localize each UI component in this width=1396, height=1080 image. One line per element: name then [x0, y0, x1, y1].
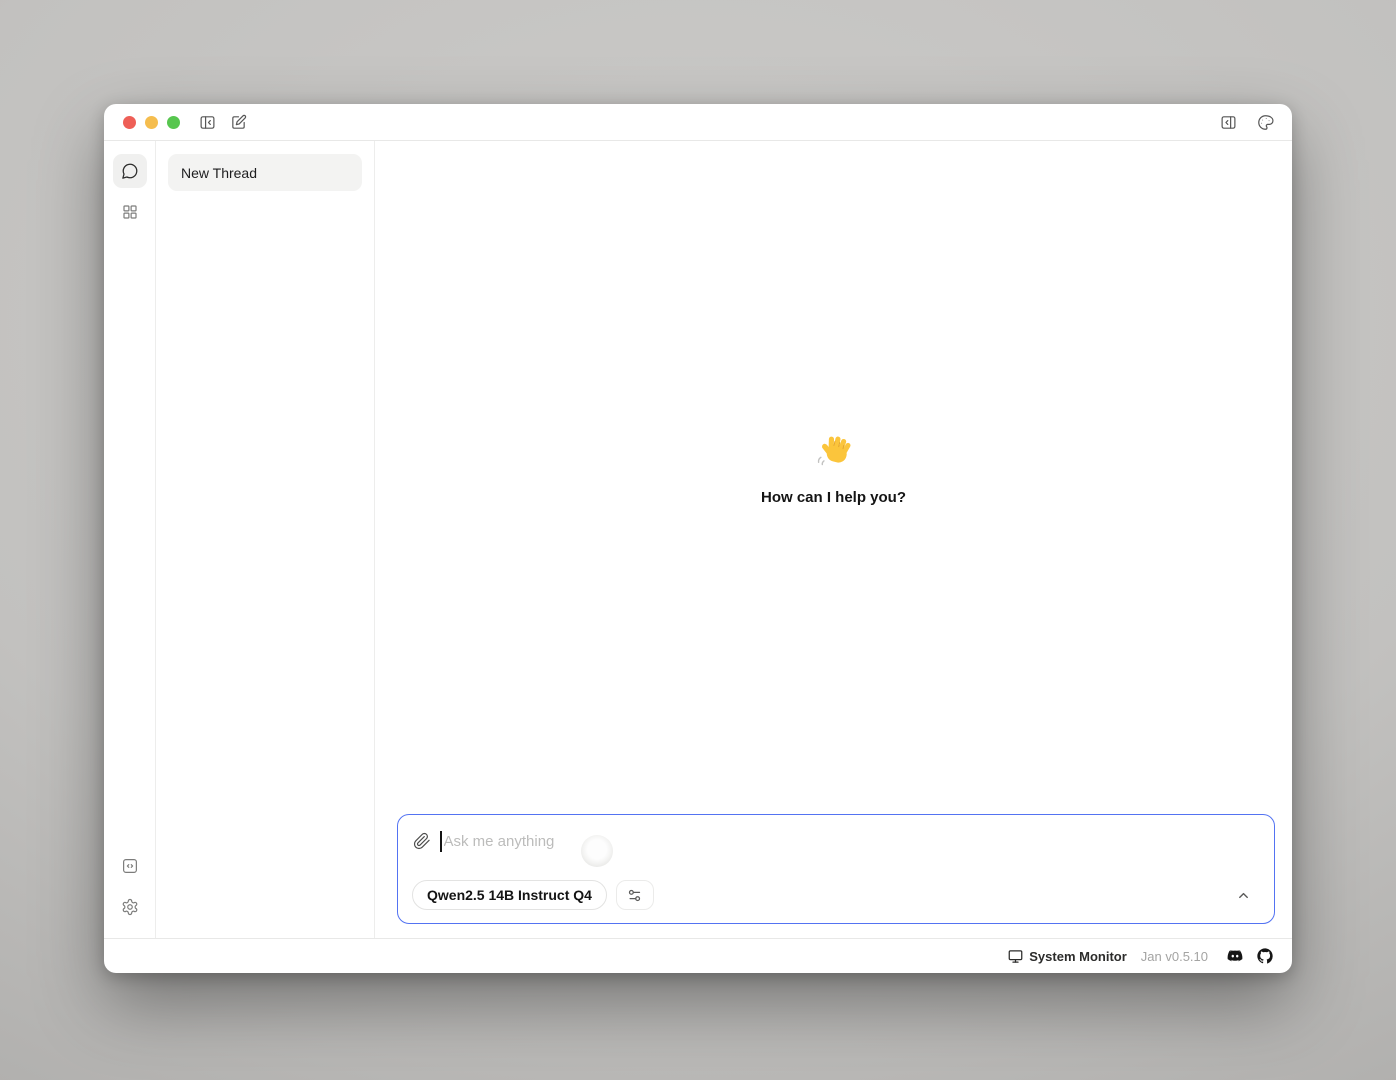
message-input[interactable]	[444, 833, 1260, 850]
monitor-icon	[1008, 949, 1023, 964]
jan-app-window: New Thread	[104, 104, 1292, 973]
thread-list-item[interactable]: New Thread	[168, 154, 362, 191]
code-square-icon	[121, 857, 139, 875]
thread-title: New Thread	[181, 165, 257, 181]
chat-bubble-icon	[121, 162, 139, 180]
chat-main-area: 👋 How can I help you? Qwen2.5 14B In	[375, 141, 1292, 938]
close-window-button[interactable]	[123, 116, 136, 129]
app-version-label: Jan v0.5.10	[1141, 949, 1208, 964]
sidebar-item-hub[interactable]	[113, 195, 147, 229]
minimize-window-button[interactable]	[145, 116, 158, 129]
github-icon	[1257, 948, 1273, 964]
icon-sidebar	[104, 141, 156, 938]
system-monitor-button[interactable]: System Monitor	[1008, 949, 1127, 964]
thread-list-panel: New Thread	[156, 141, 375, 938]
discord-icon	[1227, 948, 1243, 964]
paperclip-icon	[413, 832, 431, 850]
traffic-lights	[123, 116, 180, 129]
gear-icon	[121, 898, 139, 916]
model-settings-button[interactable]	[616, 880, 654, 910]
empty-state-greeting: 👋 How can I help you?	[375, 435, 1292, 506]
composer-input-row	[413, 828, 1259, 854]
discord-link-button[interactable]	[1227, 948, 1243, 964]
titlebar	[104, 104, 1292, 141]
app-body: New Thread	[104, 141, 1292, 938]
composer-toolbar-row: Qwen2.5 14B Instruct Q4	[412, 880, 1260, 910]
model-selector-button[interactable]: Qwen2.5 14B Instruct Q4	[412, 880, 607, 910]
toggle-right-panel-button[interactable]	[1216, 110, 1240, 134]
panel-left-icon	[199, 114, 216, 131]
sliders-icon	[627, 888, 642, 903]
system-monitor-label: System Monitor	[1029, 949, 1127, 964]
collapse-composer-button[interactable]	[1230, 882, 1256, 908]
sidebar-item-local-api-server[interactable]	[113, 849, 147, 883]
waving-hand-emoji	[815, 435, 853, 478]
github-link-button[interactable]	[1257, 948, 1273, 964]
message-composer: Qwen2.5 14B Instruct Q4	[397, 814, 1275, 924]
greeting-text: How can I help you?	[375, 489, 1292, 506]
new-thread-button[interactable]	[226, 110, 250, 134]
sidebar-item-settings[interactable]	[113, 890, 147, 924]
statusbar: System Monitor Jan v0.5.10	[104, 938, 1292, 973]
chevron-up-icon	[1236, 888, 1251, 903]
waving-hand-emoji-text: 👋	[853, 435, 854, 436]
theme-palette-button[interactable]	[1253, 110, 1277, 134]
toggle-left-panel-button[interactable]	[195, 110, 219, 134]
text-caret	[440, 831, 442, 852]
titlebar-right-actions	[1216, 110, 1277, 134]
zoom-window-button[interactable]	[167, 116, 180, 129]
attach-file-button[interactable]	[413, 832, 431, 850]
grid-icon	[121, 203, 139, 221]
compose-icon	[230, 114, 247, 131]
panel-right-icon	[1220, 114, 1237, 131]
sidebar-item-threads[interactable]	[113, 154, 147, 188]
titlebar-left-actions	[195, 110, 250, 134]
palette-icon	[1257, 114, 1274, 131]
